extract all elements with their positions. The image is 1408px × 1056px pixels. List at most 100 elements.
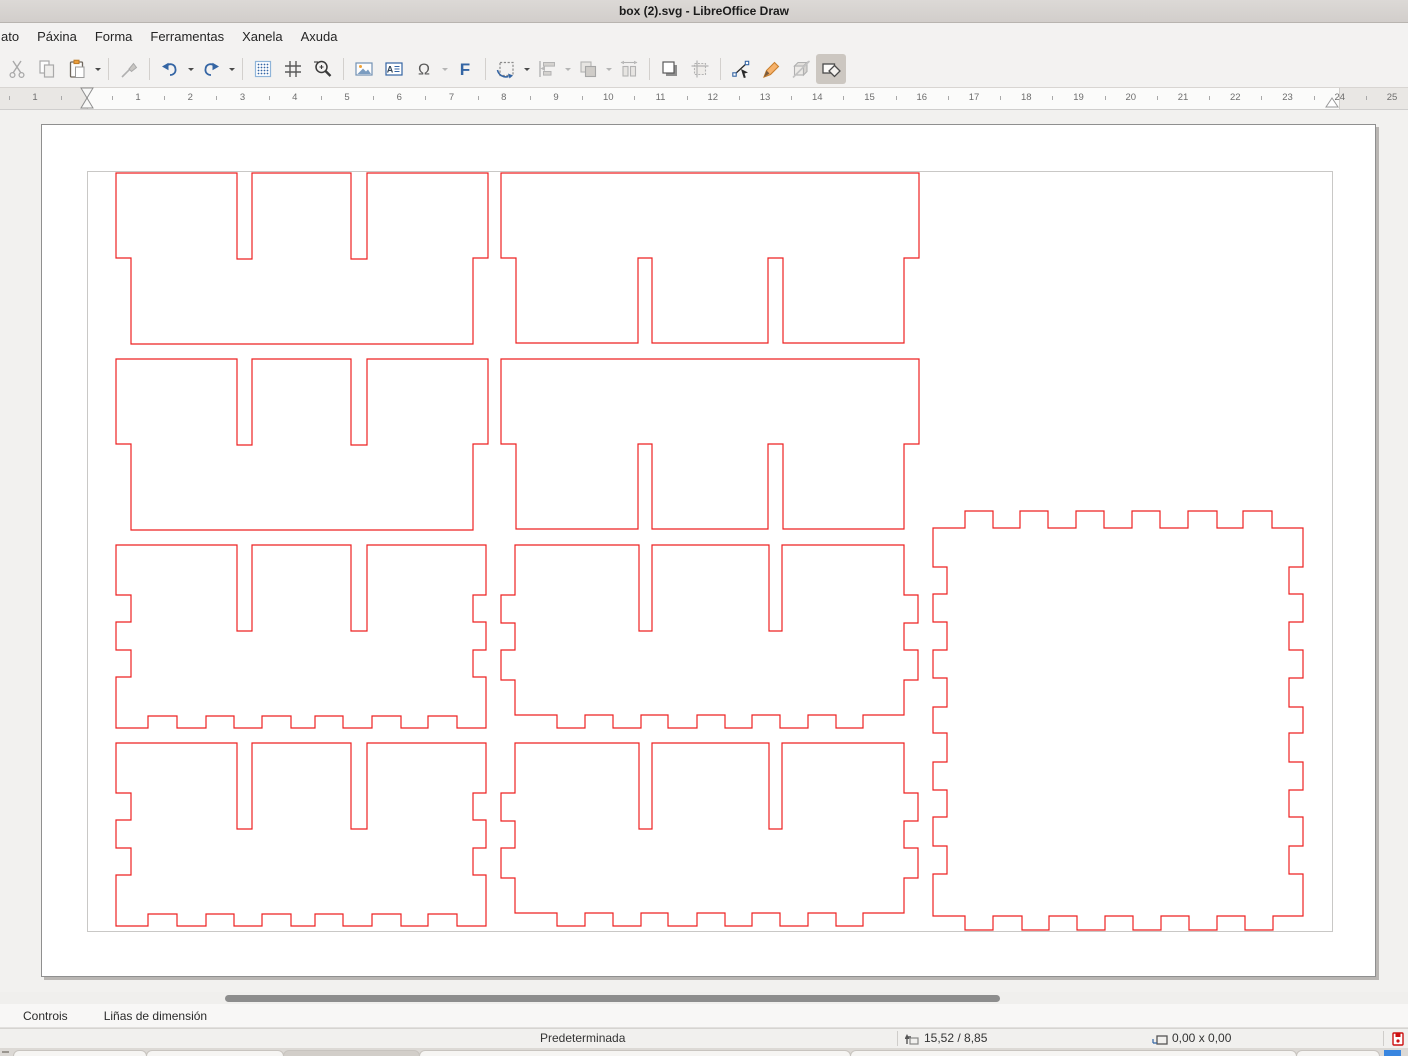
special-character-icon: Ω (413, 58, 435, 80)
glue-points-button[interactable] (756, 54, 786, 84)
zoom-button[interactable] (308, 54, 338, 84)
toolbar-separator (343, 58, 344, 80)
distribute-icon (618, 58, 640, 80)
document-modified-icon[interactable] (1392, 1032, 1404, 1046)
laser-cut-box-drawing (0, 110, 1408, 992)
copy-icon (36, 58, 58, 80)
svg-text:Ω: Ω (418, 61, 430, 78)
redo-button[interactable] (196, 54, 226, 84)
background-blue-window-edge[interactable] (1384, 1050, 1401, 1056)
shadow-button[interactable] (655, 54, 685, 84)
insert-textbox-button[interactable]: A (379, 54, 409, 84)
background-window-tab[interactable] (419, 1050, 851, 1056)
toolbar-separator (149, 58, 150, 80)
status-bar: Predeterminada 15,52 / 8,85 0,00 x 0,00 (0, 1028, 1408, 1048)
undo-dropdown[interactable] (185, 54, 196, 84)
ruler-markers (0, 88, 1408, 110)
menu-item-formato[interactable]: ato (0, 25, 28, 48)
align-button[interactable] (532, 54, 562, 84)
horizontal-scrollbar-thumb[interactable] (225, 995, 1000, 1002)
svg-text:F: F (460, 60, 470, 79)
menu-item-paxina[interactable]: Páxina (28, 25, 86, 48)
align-icon (536, 58, 558, 80)
base-panel[interactable] (933, 511, 1303, 930)
fontwork-icon: F (454, 58, 476, 80)
background-window-tab[interactable] (850, 1050, 1297, 1056)
display-grid-button[interactable] (248, 54, 278, 84)
side-panel-tabbed-1[interactable] (501, 545, 918, 728)
undo-button[interactable] (155, 54, 185, 84)
selection-size-field[interactable]: 0,00 x 0,00 (1172, 1029, 1231, 1048)
background-strip-mark (2, 1051, 9, 1056)
shadow-icon (659, 58, 681, 80)
toolbar-separator (485, 58, 486, 80)
svg-text:A: A (387, 64, 394, 74)
cut-button[interactable] (2, 54, 32, 84)
snap-guides-button[interactable] (278, 54, 308, 84)
edit-points-icon (730, 58, 752, 80)
menu-item-forma[interactable]: Forma (86, 25, 142, 48)
paste-dropdown[interactable] (92, 54, 103, 84)
menu-item-ferramentas[interactable]: Ferramentas (141, 25, 233, 48)
side-panel-tabbed-2[interactable] (501, 743, 918, 926)
redo-dropdown[interactable] (226, 54, 237, 84)
show-draw-functions-button[interactable] (816, 54, 846, 84)
special-character-button[interactable]: Ω (409, 54, 439, 84)
paste-icon (66, 58, 88, 80)
background-window-tab[interactable] (13, 1050, 147, 1056)
crop-icon (689, 58, 711, 80)
front-panel-2[interactable] (116, 359, 488, 530)
ruler-origin-marker-bottom[interactable] (81, 98, 93, 108)
insert-textbox-icon: A (383, 58, 405, 80)
front-panel-1[interactable] (116, 173, 488, 344)
arrange-button[interactable] (573, 54, 603, 84)
ruler-origin-marker-top[interactable] (81, 88, 93, 98)
grid-icon (252, 58, 274, 80)
menu-item-xanela[interactable]: Xanela (233, 25, 291, 48)
align-dropdown (562, 54, 573, 84)
background-window-tab-active[interactable] (283, 1050, 420, 1056)
side-panel-slotted-1[interactable] (116, 545, 486, 728)
fontwork-button[interactable]: F (450, 54, 480, 84)
transformations-dropdown[interactable] (521, 54, 532, 84)
insert-image-button[interactable] (349, 54, 379, 84)
horizontal-ruler: 1123456789101112131415161718192021222324… (0, 88, 1408, 110)
transformations-button[interactable] (491, 54, 521, 84)
distribute-button[interactable] (614, 54, 644, 84)
zoom-icon (312, 58, 334, 80)
title-bar[interactable]: box (2).svg - LibreOffice Draw (0, 0, 1408, 23)
copy-button[interactable] (32, 54, 62, 84)
special-character-dropdown (439, 54, 450, 84)
extrusion-button[interactable] (786, 54, 816, 84)
extrusion-icon (790, 58, 812, 80)
layer-tab-controis[interactable]: Controis (23, 1009, 68, 1023)
statusbar-separator (1383, 1031, 1384, 1046)
ruler-right-margin-marker[interactable] (1326, 98, 1338, 107)
back-panel-2[interactable] (501, 359, 919, 529)
cursor-position-field[interactable]: 15,52 / 8,85 (924, 1029, 987, 1048)
clone-formatting-button[interactable] (114, 54, 144, 84)
statusbar-separator (897, 1031, 898, 1046)
toolbar-separator (649, 58, 650, 80)
cut-icon (6, 58, 28, 80)
undo-icon (159, 58, 181, 80)
paste-button[interactable] (62, 54, 92, 84)
background-window-tab[interactable] (1296, 1050, 1380, 1056)
crop-button[interactable] (685, 54, 715, 84)
background-window-tab[interactable] (146, 1050, 284, 1056)
toolbar-separator (108, 58, 109, 80)
layer-tab-linas-de-dimension[interactable]: Liñas de dimensión (104, 1009, 207, 1023)
toolbar-separator (242, 58, 243, 80)
side-panel-slotted-2[interactable] (116, 743, 486, 926)
window-title: box (2).svg - LibreOffice Draw (619, 4, 789, 18)
edit-points-button[interactable] (726, 54, 756, 84)
back-panel-1[interactable] (501, 173, 919, 343)
menu-bar: ato Páxina Forma Ferramentas Xanela Axud… (0, 23, 1408, 50)
menu-item-axuda[interactable]: Axuda (292, 25, 347, 48)
snap-guides-icon (282, 58, 304, 80)
background-window-strip (0, 1048, 1408, 1056)
page-style-field[interactable]: Predeterminada (540, 1029, 625, 1048)
transformations-icon (495, 58, 517, 80)
horizontal-scrollbar[interactable] (0, 992, 1408, 1004)
drawing-canvas[interactable] (0, 110, 1408, 992)
